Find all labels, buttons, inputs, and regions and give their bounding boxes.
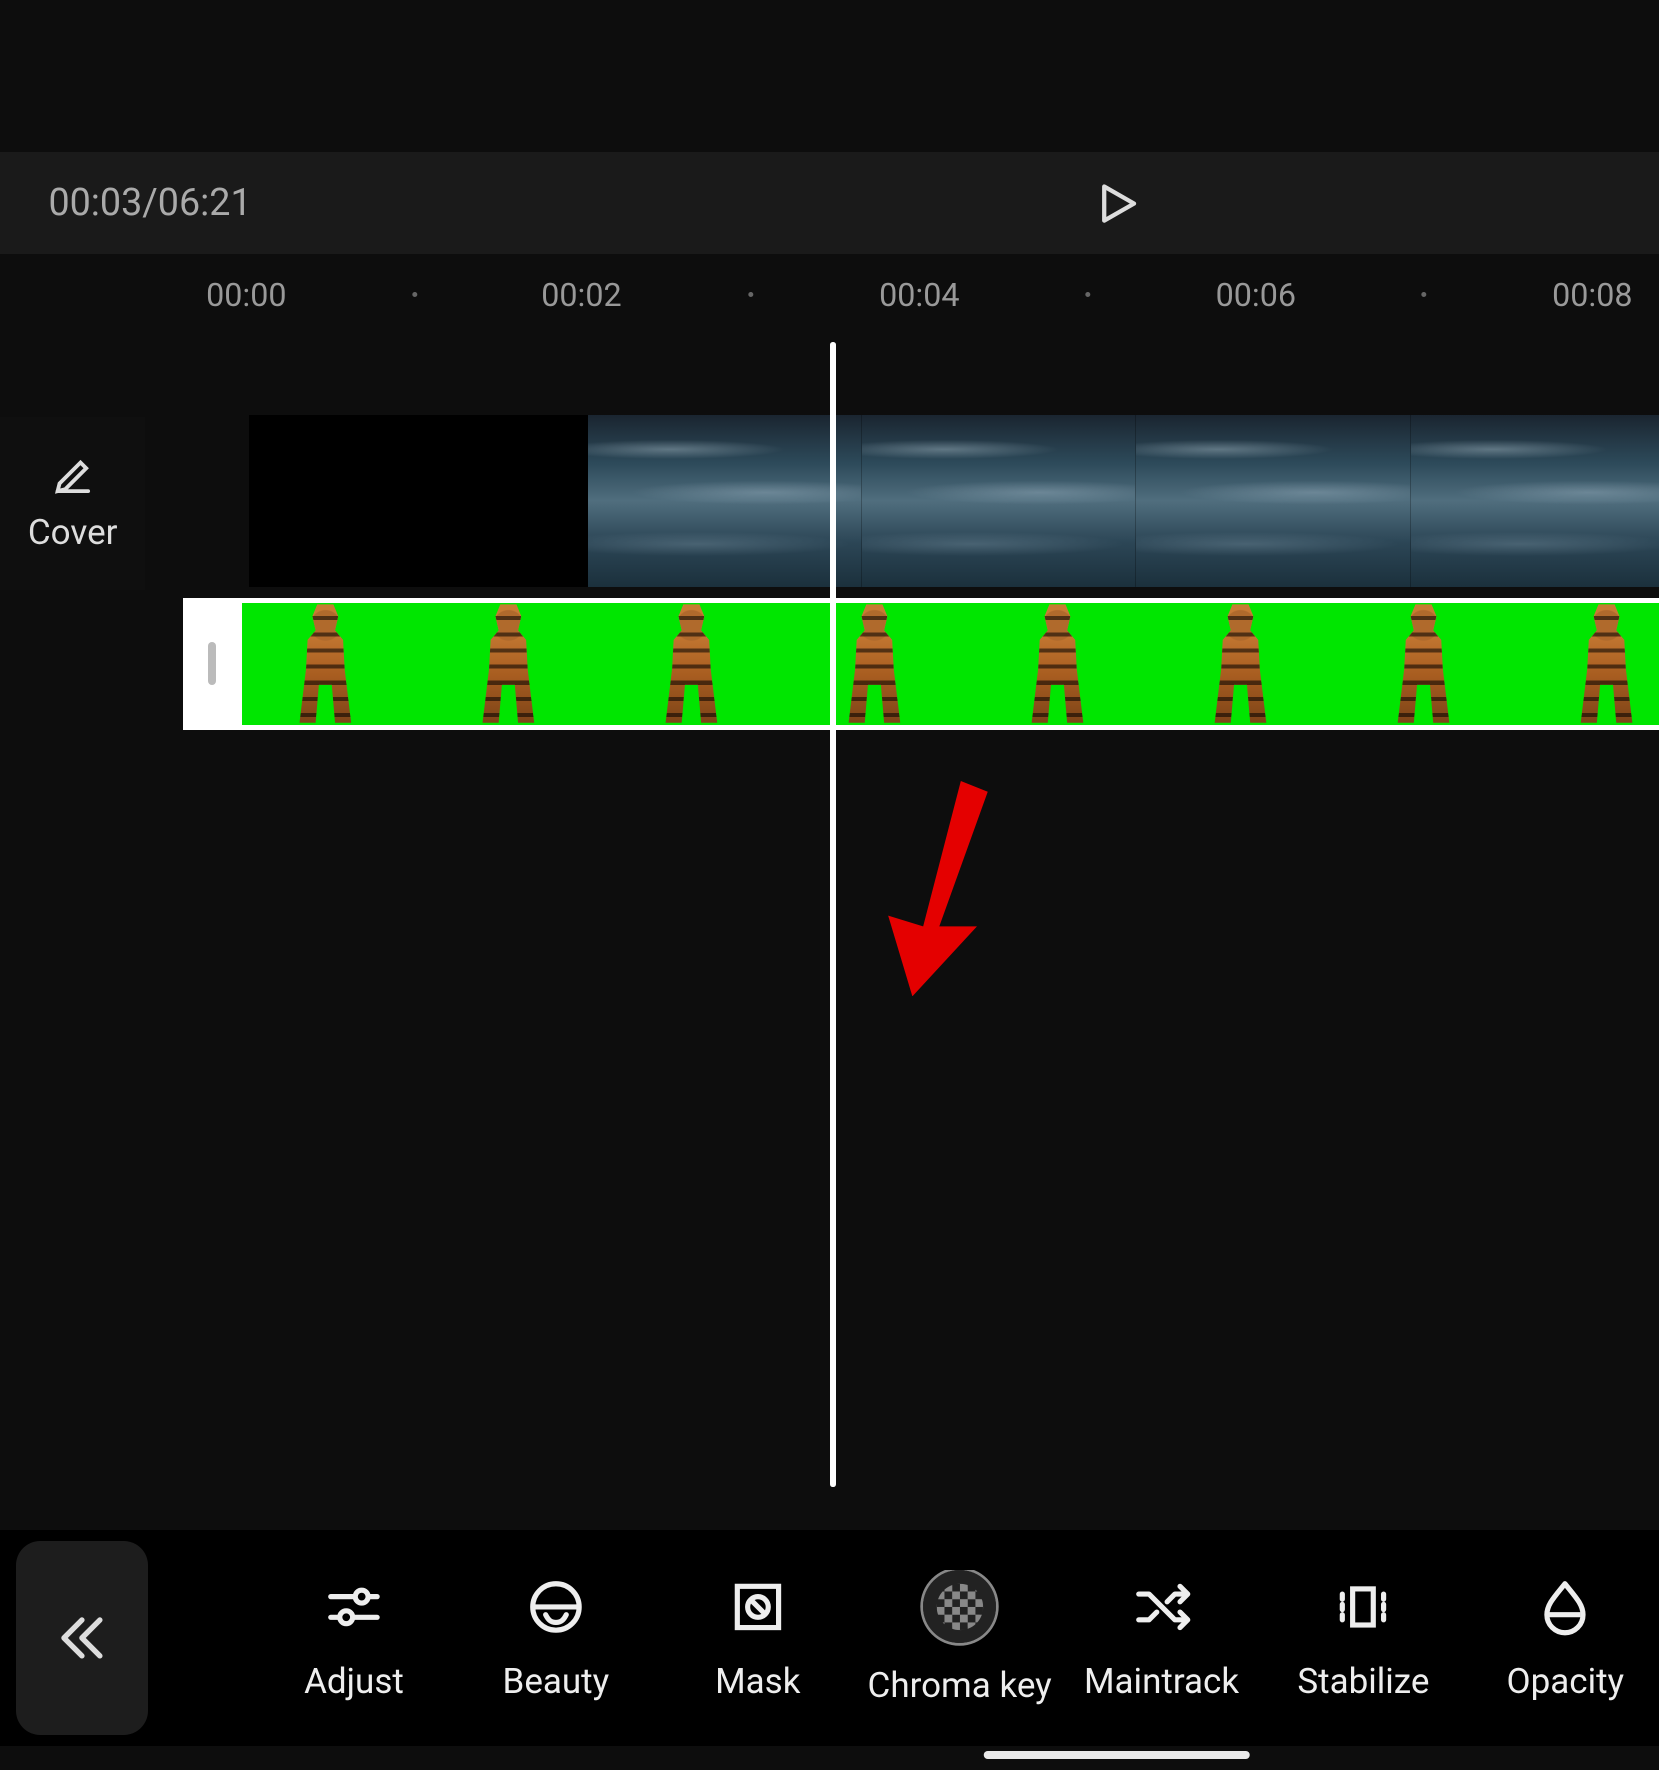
video-editor: 00:03/06:21 00:00 00:02 00:04: [0, 0, 1659, 1770]
home-indicator: [983, 1751, 1250, 1759]
droplet-icon: [1533, 1575, 1598, 1640]
tool-label: Chroma key: [868, 1665, 1052, 1706]
ruler-mark: 00:00: [206, 276, 286, 314]
tool-label: Beauty: [503, 1661, 610, 1702]
overlay-track[interactable]: 02:29: [183, 598, 1659, 730]
ruler-tick: [1421, 292, 1426, 297]
tool-label: Opacity: [1507, 1661, 1625, 1702]
cover-label: Cover: [28, 512, 118, 553]
ruler-tick: [748, 292, 753, 297]
ruler-mark: 00:08: [1552, 276, 1632, 314]
sliders-icon: [322, 1575, 387, 1640]
shuffle-icon: [1129, 1575, 1194, 1640]
annotation-arrow-icon: [872, 781, 1007, 996]
tool-maintrack[interactable]: Maintrack: [1066, 1575, 1257, 1702]
tool-mask[interactable]: Mask: [662, 1575, 853, 1702]
tool-label: Mask: [715, 1661, 800, 1702]
timeline-ruler[interactable]: 00:00 00:02 00:04 00:06 00:08: [0, 254, 1659, 335]
transport-bar: 00:03/06:21: [0, 152, 1659, 254]
ruler-tick: [412, 292, 417, 297]
ruler-mark: 00:04: [879, 276, 959, 314]
stabilize-icon: [1331, 1575, 1396, 1640]
timecode: 00:03/06:21: [48, 181, 251, 225]
ruler-mark: 00:06: [1216, 276, 1296, 314]
chroma-key-icon: [923, 1570, 996, 1643]
tool-opacity[interactable]: Opacity: [1470, 1575, 1659, 1702]
toolbar-back-button[interactable]: [16, 1541, 148, 1735]
face-icon: [524, 1575, 589, 1640]
overlay-clip-thumbnails: [242, 603, 1659, 725]
tool-label: Adjust: [304, 1661, 404, 1702]
cover-button[interactable]: Cover: [0, 417, 145, 589]
main-track-thumbnails: [588, 415, 1659, 587]
clip-trim-handle-left[interactable]: [183, 603, 242, 725]
tool-label: Maintrack: [1084, 1661, 1239, 1702]
main-track[interactable]: [249, 415, 1659, 587]
ruler-mark: 00:02: [541, 276, 621, 314]
tool-stabilize[interactable]: Stabilize: [1268, 1575, 1459, 1702]
main-track-gap: [249, 415, 588, 587]
mask-icon: [725, 1575, 790, 1640]
tool-adjust[interactable]: Adjust: [258, 1575, 449, 1702]
tool-beauty[interactable]: Beauty: [460, 1575, 651, 1702]
ruler-tick: [1085, 292, 1090, 297]
playhead[interactable]: [830, 342, 835, 1487]
play-button[interactable]: [1091, 178, 1142, 229]
bottom-toolbar: Adjust Beauty Mask Chroma key: [0, 1530, 1659, 1745]
tool-chroma-key[interactable]: Chroma key: [864, 1570, 1055, 1705]
tool-label: Stabilize: [1297, 1661, 1429, 1702]
